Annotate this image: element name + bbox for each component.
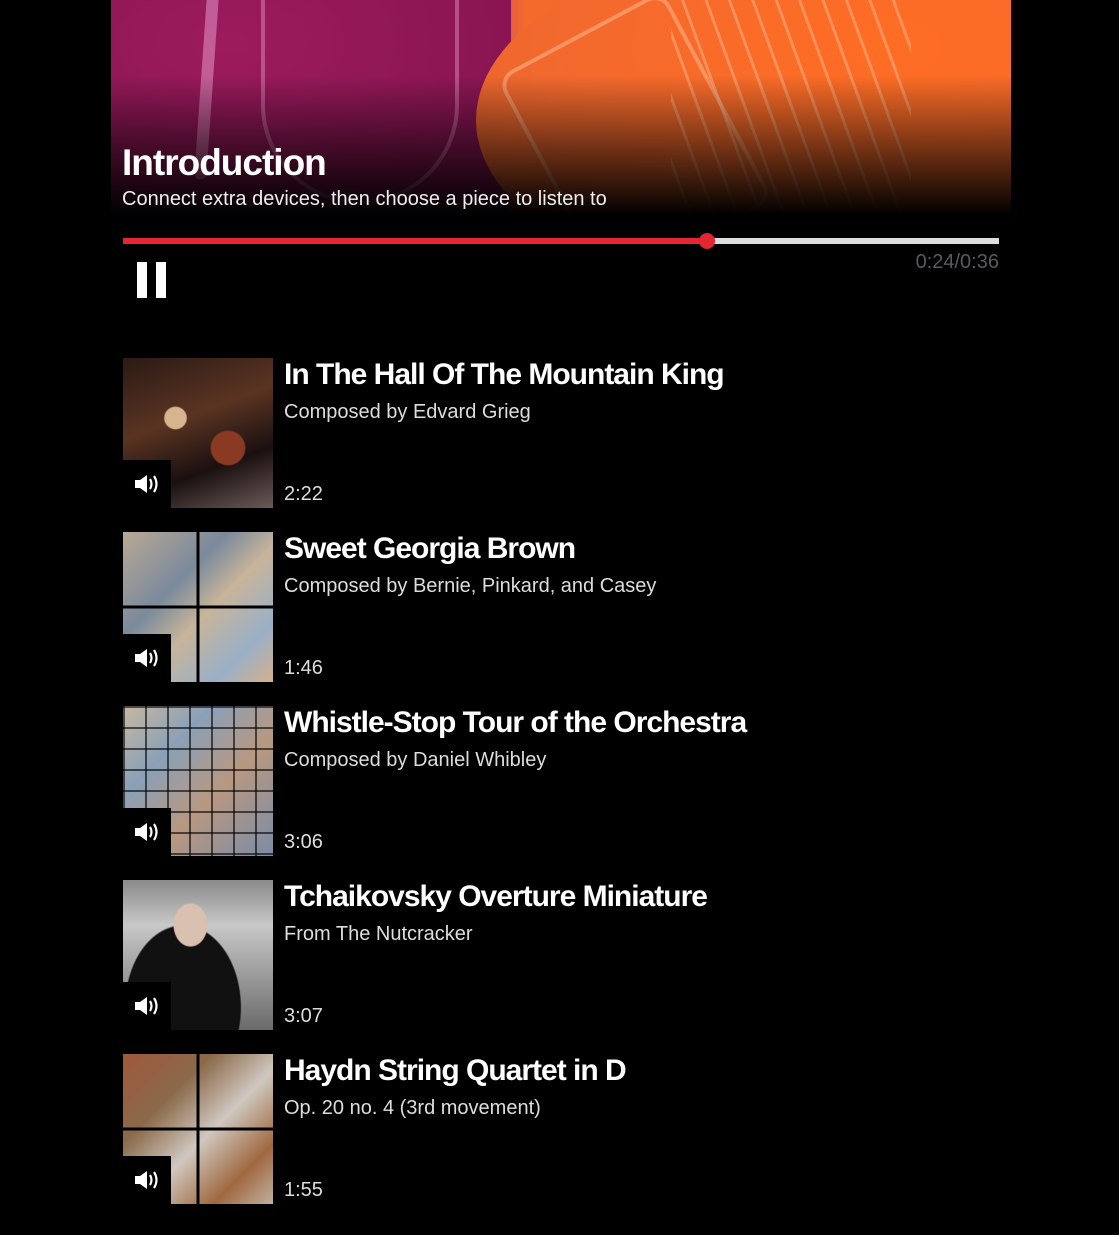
pause-button[interactable]: [133, 262, 173, 300]
hero-banner: Introduction Connect extra devices, then…: [111, 0, 1011, 215]
time-readout: 0:24/0:36: [915, 251, 999, 273]
piece-title: In The Hall Of The Mountain King: [284, 358, 725, 391]
piece-duration: 3:07: [284, 1005, 323, 1027]
list-item[interactable]: In The Hall Of The Mountain King Compose…: [123, 358, 999, 508]
piece-duration: 1:46: [284, 657, 323, 679]
list-item[interactable]: Haydn String Quartet in D Op. 20 no. 4 (…: [123, 1054, 999, 1204]
list-item[interactable]: Whistle-Stop Tour of the Orchestra Compo…: [123, 706, 999, 856]
piece-duration: 3:06: [284, 831, 323, 853]
piece-subtitle: Composed by Edvard Grieg: [284, 401, 531, 423]
pause-icon: [137, 262, 147, 298]
list-item[interactable]: Tchaikovsky Overture Miniature From The …: [123, 880, 999, 1030]
progress-handle[interactable]: [699, 233, 716, 249]
page-subtitle: Connect extra devices, then choose a pie…: [122, 188, 607, 210]
progress-fill: [123, 238, 708, 244]
piece-subtitle: Composed by Daniel Whibley: [284, 749, 547, 771]
piece-duration: 1:55: [284, 1179, 323, 1201]
piece-subtitle: Composed by Bernie, Pinkard, and Casey: [284, 575, 657, 597]
piece-thumbnail: [123, 532, 273, 682]
piece-thumbnail: [123, 358, 273, 508]
piece-duration: 2:22: [284, 483, 323, 505]
volume-icon: [123, 460, 171, 508]
piece-title: Whistle-Stop Tour of the Orchestra: [284, 706, 747, 739]
piece-thumbnail: [123, 706, 273, 856]
progress-bar[interactable]: [123, 233, 999, 249]
volume-icon: [123, 1156, 171, 1204]
volume-icon: [123, 634, 171, 682]
piece-subtitle: From The Nutcracker: [284, 923, 473, 945]
volume-icon: [123, 808, 171, 856]
piece-thumbnail: [123, 880, 273, 1030]
list-item[interactable]: Sweet Georgia Brown Composed by Bernie, …: [123, 532, 999, 682]
piece-title: Tchaikovsky Overture Miniature: [284, 880, 708, 913]
piece-title: Sweet Georgia Brown: [284, 532, 576, 565]
page-title: Introduction: [122, 142, 327, 183]
piece-subtitle: Op. 20 no. 4 (3rd movement): [284, 1097, 541, 1119]
pause-icon-bar: [156, 262, 166, 298]
piece-title: Haydn String Quartet in D: [284, 1054, 627, 1087]
piece-thumbnail: [123, 1054, 273, 1204]
volume-icon: [123, 982, 171, 1030]
app-container: Introduction Connect extra devices, then…: [111, 0, 1011, 1204]
piece-list: In The Hall Of The Mountain King Compose…: [123, 358, 999, 1228]
